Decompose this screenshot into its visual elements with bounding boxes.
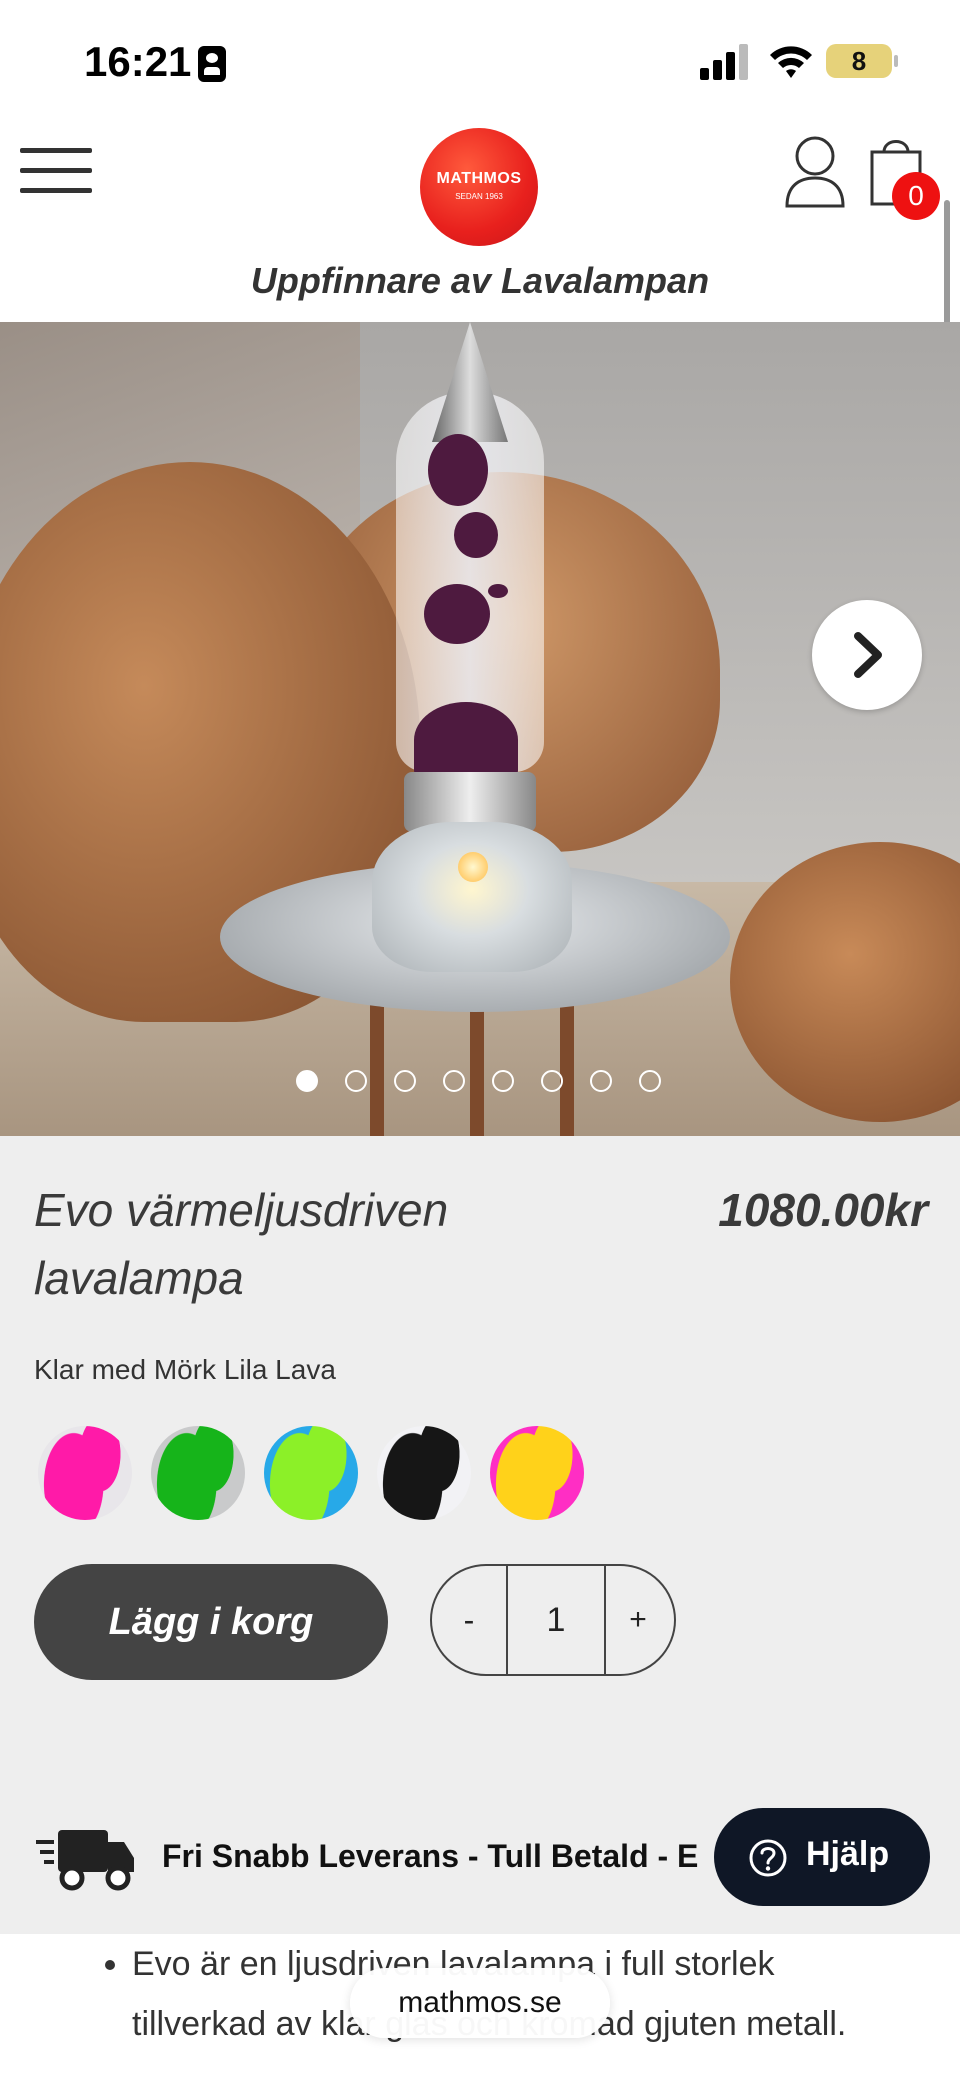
help-label: Hjälp (806, 1835, 890, 1873)
lava-blob (414, 702, 518, 778)
site-header: MATHMOS SEDAN 1963 0 Uppfinnare av Laval… (0, 120, 960, 322)
status-bar: 16:21 8 (0, 0, 960, 120)
color-swatch-black[interactable] (377, 1426, 471, 1520)
lava-lamp-base (372, 822, 572, 972)
lava-blob (424, 584, 490, 644)
carousel-dot[interactable] (541, 1070, 563, 1092)
hamburger-menu-icon[interactable] (20, 148, 92, 194)
product-title: Evo värmeljusdriven lavalampa (34, 1184, 449, 1304)
carousel-next-button[interactable] (812, 600, 922, 710)
browser-url-bar[interactable]: mathmos.se (350, 1968, 610, 2038)
color-swatch-pink-yellow[interactable] (490, 1426, 584, 1520)
quantity-stepper: - 1 + (430, 1564, 676, 1676)
carousel-dot[interactable] (394, 1070, 416, 1092)
delivery-truck-icon (36, 1830, 134, 1891)
tealight-flame (458, 852, 488, 882)
carousel-dot[interactable] (590, 1070, 612, 1092)
color-swatch-blue-lime[interactable] (264, 1426, 358, 1520)
cellular-signal-icon (700, 44, 748, 80)
carousel-dot[interactable] (443, 1070, 465, 1092)
lava-blob (488, 584, 508, 598)
status-time: 16:21 (84, 38, 192, 85)
table-leg (470, 1002, 484, 1136)
carousel-dot[interactable] (639, 1070, 661, 1092)
color-swatch-green[interactable] (151, 1426, 245, 1520)
delivery-text: Fri Snabb Leverans - Tull Betald - E (162, 1838, 699, 1874)
contact-card-icon (198, 46, 226, 82)
selected-variant-label: Klar med Mörk Lila Lava (34, 1354, 336, 1385)
carousel-dot[interactable] (345, 1070, 367, 1092)
account-icon[interactable] (784, 134, 846, 208)
product-image-carousel[interactable] (0, 322, 960, 1136)
site-tagline: Uppfinnare av Lavalampan (250, 260, 710, 301)
mathmos-logo[interactable]: MATHMOS SEDAN 1963 (420, 128, 538, 246)
logo-text: MATHMOS (436, 170, 522, 187)
quantity-increase-button[interactable]: + (602, 1566, 674, 1674)
battery-icon: 8 (826, 44, 898, 78)
battery-level: 8 (851, 46, 867, 76)
logo-subtext: SEDAN 1963 (455, 192, 503, 201)
carousel-pagination (0, 1070, 960, 1100)
wifi-icon (770, 46, 812, 78)
lava-blob (428, 434, 488, 506)
help-button[interactable]: Hjälp (714, 1808, 930, 1906)
lava-blob (454, 512, 498, 558)
carousel-dot[interactable] (296, 1070, 318, 1092)
quantity-decrease-button[interactable]: - (432, 1566, 506, 1674)
chevron-right-icon (854, 632, 882, 678)
table-leg (370, 1002, 384, 1136)
question-icon (749, 1839, 787, 1877)
quantity-value[interactable]: 1 (506, 1566, 606, 1674)
color-swatch-pink[interactable] (38, 1426, 132, 1520)
product-price: 1080.00kr (718, 1184, 928, 1236)
cart-count-badge[interactable]: 0 (892, 172, 940, 220)
add-to-cart-button[interactable]: Lägg i korg (34, 1564, 388, 1680)
carousel-dot[interactable] (492, 1070, 514, 1092)
table-leg (560, 1002, 574, 1136)
